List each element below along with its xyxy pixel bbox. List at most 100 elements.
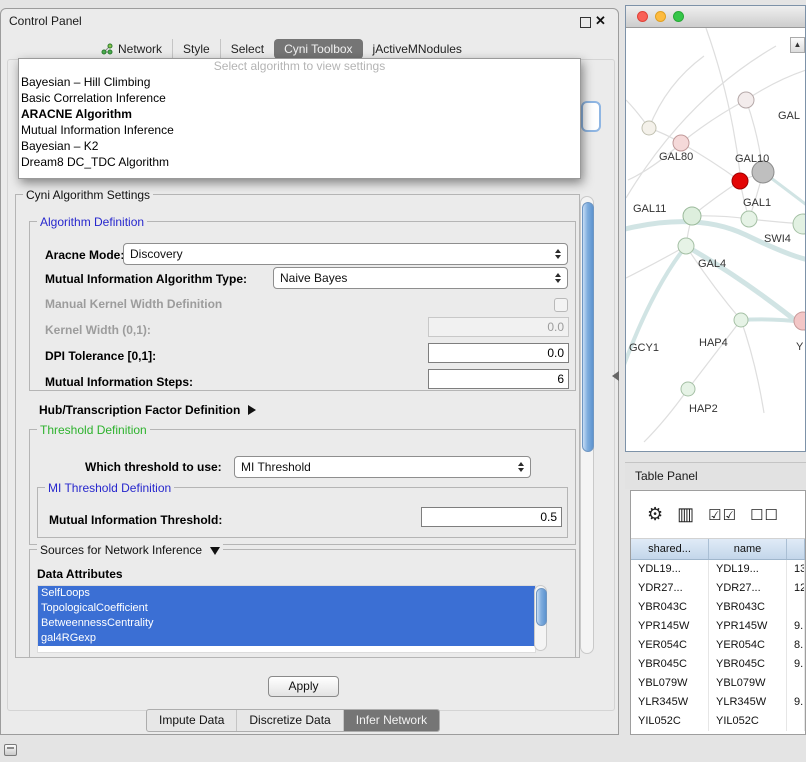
- dpi-tolerance-input[interactable]: [428, 343, 569, 363]
- settings-scrollbar-thumb[interactable]: [582, 202, 594, 452]
- tab-label: jActiveMNodules: [373, 42, 462, 56]
- dropdown-item[interactable]: Mutual Information Inference: [19, 122, 580, 138]
- network-node[interactable]: [793, 214, 805, 234]
- close-icon[interactable]: ✕: [595, 13, 606, 29]
- cell[interactable]: YLR345W: [631, 693, 709, 712]
- table-row[interactable]: YIL052CYIL052C: [631, 712, 805, 731]
- mi-steps-input[interactable]: [428, 369, 569, 389]
- dropdown-item[interactable]: Bayesian – K2: [19, 138, 580, 154]
- float-window-icon[interactable]: [580, 17, 591, 28]
- network-node[interactable]: [741, 211, 757, 227]
- network-node[interactable]: [734, 313, 748, 327]
- dropdown-item-selected[interactable]: ARACNE Algorithm: [19, 106, 580, 122]
- cell[interactable]: YDR27...: [709, 579, 787, 598]
- attribute-item-selected[interactable]: gal4RGexp: [38, 631, 535, 646]
- column-header-name[interactable]: name: [709, 539, 787, 559]
- mi-type-combo[interactable]: Naive Bayes: [273, 267, 568, 289]
- network-node[interactable]: [678, 238, 694, 254]
- column-selector-icon[interactable]: ▥: [677, 504, 695, 525]
- table-row[interactable]: YPR145WYPR145W9.: [631, 617, 805, 636]
- cell[interactable]: YLR345W: [709, 693, 787, 712]
- panel-splitter-handle[interactable]: [612, 371, 619, 381]
- tab-network[interactable]: Network: [91, 39, 172, 59]
- cell[interactable]: YER054C: [709, 636, 787, 655]
- attribute-item-selected[interactable]: TopologicalCoefficient: [38, 601, 535, 616]
- tab-discretize-data[interactable]: Discretize Data: [236, 710, 342, 731]
- cell[interactable]: 12: [787, 579, 805, 598]
- cell[interactable]: YDR27...: [631, 579, 709, 598]
- cell[interactable]: 8.: [787, 636, 805, 655]
- cell[interactable]: [787, 674, 805, 693]
- which-threshold-combo[interactable]: MI Threshold: [234, 456, 531, 478]
- cell[interactable]: [787, 712, 805, 731]
- network-canvas[interactable]: GAL GAL80 GAL10 GAL11 GAL1 SWI4 GAL4 GCY…: [626, 28, 805, 452]
- network-window-titlebar[interactable]: [626, 6, 805, 28]
- panel-grid-icon[interactable]: [4, 744, 17, 756]
- hub-tf-definition-toggle[interactable]: Hub/Transcription Factor Definition: [39, 403, 256, 417]
- cell[interactable]: YDL19...: [709, 560, 787, 579]
- network-graph[interactable]: GAL GAL80 GAL10 GAL11 GAL1 SWI4 GAL4 GCY…: [626, 28, 805, 452]
- mi-threshold-input[interactable]: [421, 507, 562, 527]
- table-row[interactable]: YER054CYER054C8.: [631, 636, 805, 655]
- network-node[interactable]: [673, 135, 689, 151]
- column-header-shared-name[interactable]: shared...: [631, 539, 709, 559]
- deselect-all-icon[interactable]: ☐☐: [750, 506, 779, 524]
- attributes-list-scrollbar[interactable]: [534, 585, 547, 651]
- dropdown-item[interactable]: Basic Correlation Inference: [19, 90, 580, 106]
- dropdown-item[interactable]: Bayesian – Hill Climbing: [19, 74, 580, 90]
- zoom-traffic-light-icon[interactable]: [673, 11, 684, 22]
- cell[interactable]: YBR045C: [709, 655, 787, 674]
- attribute-item-selected[interactable]: BetweennessCentrality: [38, 616, 535, 631]
- table-row[interactable]: YBL079WYBL079W: [631, 674, 805, 693]
- sources-group-toggle[interactable]: Sources for Network Inference: [37, 543, 223, 557]
- tab-jactivemodules[interactable]: jActiveMNodules: [363, 39, 472, 59]
- column-header-partial[interactable]: [787, 539, 805, 559]
- table-row[interactable]: YDL19...YDL19...13: [631, 560, 805, 579]
- network-node[interactable]: [642, 121, 656, 135]
- close-traffic-light-icon[interactable]: [637, 11, 648, 22]
- cell[interactable]: YPR145W: [631, 617, 709, 636]
- gear-icon[interactable]: ⚙: [647, 504, 664, 525]
- cell[interactable]: YBR043C: [709, 598, 787, 617]
- network-node[interactable]: [683, 207, 701, 225]
- cell[interactable]: YPR145W: [709, 617, 787, 636]
- table-row[interactable]: YBR043CYBR043C: [631, 598, 805, 617]
- tab-select[interactable]: Select: [220, 39, 274, 59]
- table-row[interactable]: YDR27...YDR27...12: [631, 579, 805, 598]
- attribute-item-selected[interactable]: SelfLoops: [38, 586, 535, 601]
- cell[interactable]: [787, 598, 805, 617]
- network-node[interactable]: [681, 382, 695, 396]
- table-row[interactable]: YBR045CYBR045C9.: [631, 655, 805, 674]
- cell[interactable]: YBL079W: [631, 674, 709, 693]
- cell[interactable]: 9.: [787, 693, 805, 712]
- apply-button[interactable]: Apply: [268, 676, 339, 697]
- select-all-icon[interactable]: ☑☑: [708, 506, 737, 524]
- table-row[interactable]: YLR345WYLR345W9.: [631, 693, 805, 712]
- network-node-label: GCY1: [629, 342, 659, 354]
- settings-scrollbar[interactable]: [580, 196, 594, 654]
- minimize-traffic-light-icon[interactable]: [655, 11, 666, 22]
- cell[interactable]: YBR045C: [631, 655, 709, 674]
- tab-infer-network[interactable]: Infer Network: [343, 710, 439, 731]
- cell[interactable]: YIL052C: [631, 712, 709, 731]
- cell[interactable]: YIL052C: [709, 712, 787, 731]
- network-node[interactable]: [794, 312, 805, 330]
- network-node[interactable]: [738, 92, 754, 108]
- cell[interactable]: YBR043C: [631, 598, 709, 617]
- cell[interactable]: YBL079W: [709, 674, 787, 693]
- tab-style[interactable]: Style: [172, 39, 220, 59]
- scroll-up-arrow[interactable]: ▲: [790, 37, 805, 53]
- cell[interactable]: YER054C: [631, 636, 709, 655]
- attributes-scrollbar-thumb[interactable]: [536, 588, 547, 626]
- screen: Control Panel ✕ Network Style Select Cyn…: [0, 0, 806, 762]
- tab-impute-data[interactable]: Impute Data: [147, 710, 236, 731]
- algorithm-dropdown-list: Select algorithm to view settings Bayesi…: [18, 58, 581, 179]
- network-node[interactable]: [732, 173, 748, 189]
- cell[interactable]: 9.: [787, 617, 805, 636]
- tab-cyni-toolbox[interactable]: Cyni Toolbox: [274, 39, 362, 59]
- cell[interactable]: 13: [787, 560, 805, 579]
- cell[interactable]: 9.: [787, 655, 805, 674]
- cell[interactable]: YDL19...: [631, 560, 709, 579]
- dropdown-item[interactable]: Dream8 DC_TDC Algorithm: [19, 154, 580, 170]
- aracne-mode-combo[interactable]: Discovery: [123, 243, 568, 265]
